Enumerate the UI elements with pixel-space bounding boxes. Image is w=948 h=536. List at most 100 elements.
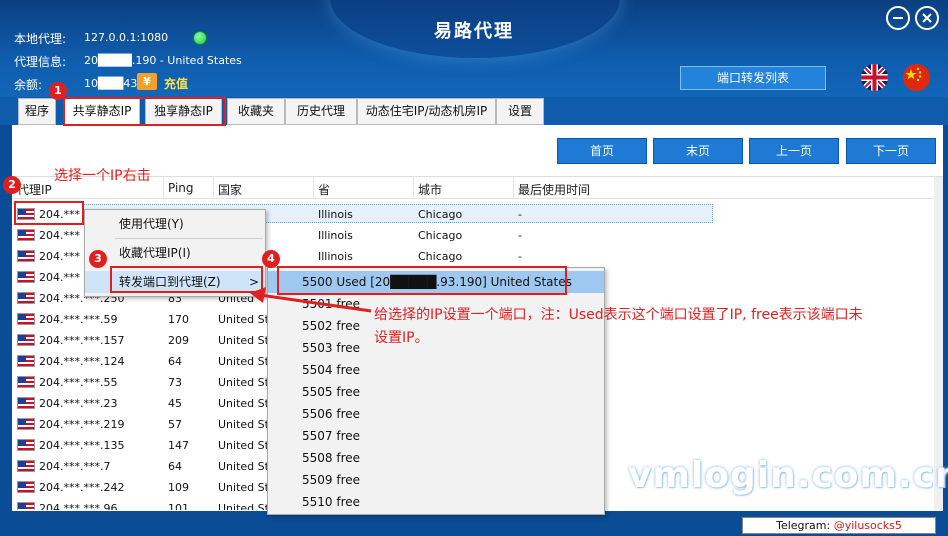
step-badge-3: 3 — [89, 250, 107, 268]
cell-ip: 204.*** — [39, 271, 80, 284]
watermark: vmlogin.com.cn — [628, 455, 948, 496]
column-divider — [513, 177, 514, 199]
step-badge-4: 4 — [262, 250, 280, 268]
column-header-city[interactable]: 城市 — [418, 181, 442, 198]
proxy-info-label: 代理信息: — [14, 55, 67, 69]
us-flag-icon — [17, 229, 35, 241]
column-header-last-used[interactable]: 最后使用时间 — [518, 181, 590, 198]
cell-ip: 204.***.***.96 — [39, 502, 118, 510]
next-page-button[interactable]: 下一页 — [846, 138, 936, 164]
proxy-info-value: 20████.190 - United States — [84, 54, 242, 67]
cell-ip: 204.***.***.157 — [39, 334, 125, 347]
telegram-footer: Telegram: @yilusocks5 — [742, 517, 936, 534]
column-divider — [413, 177, 414, 199]
header-bar: 易路代理 本地代理: 127.0.0.1:1080 代理信息: 20████.1… — [0, 0, 948, 97]
cell-last-used: - — [518, 208, 522, 221]
menu-item-use-proxy[interactable]: 使用代理(Y) — [85, 213, 265, 235]
chinese-language-icon[interactable] — [903, 64, 930, 91]
us-flag-icon — [17, 376, 35, 388]
step-badge-1: 1 — [49, 82, 67, 100]
cell-city: Chicago — [418, 208, 463, 221]
us-flag-icon — [17, 481, 35, 493]
telegram-prefix: Telegram: — [776, 519, 834, 532]
cell-ip: 204.*** — [39, 229, 80, 242]
close-icon — [922, 13, 932, 23]
cell-ip: 204.***.***.59 — [39, 313, 118, 326]
submenu-item-port-free[interactable]: 5508 free — [268, 447, 604, 469]
highlight-selected-ip — [14, 201, 84, 225]
annotation-port-hint-line1: 给选择的IP设置一个端口，注：Used表示这个端口设置了IP, free表示该端… — [374, 307, 863, 323]
highlight-forward-port-item — [110, 266, 263, 293]
cell-last-used: - — [518, 229, 522, 242]
submenu-item-port-free[interactable]: 5510 free — [268, 491, 604, 513]
column-header-ping[interactable]: Ping — [168, 181, 194, 195]
tab-history-proxy[interactable]: 历史代理 — [285, 98, 357, 125]
cell-ping: 209 — [168, 334, 189, 347]
first-page-button[interactable]: 首页 — [557, 138, 647, 164]
column-divider — [313, 177, 314, 199]
tab-settings[interactable]: 设置 — [496, 98, 544, 125]
column-header-ip[interactable]: 代理IP — [17, 181, 52, 198]
submenu-item-port-free[interactable]: 5509 free — [268, 469, 604, 491]
cell-ping: 109 — [168, 481, 189, 494]
cell-ip: 204.***.***.124 — [39, 355, 125, 368]
cell-ip: 204.***.***.219 — [39, 418, 125, 431]
menu-divider — [115, 238, 263, 239]
annotation-right-click-hint: 选择一个IP右击 — [54, 168, 151, 184]
submenu-item-port-free[interactable]: 5503 free — [268, 337, 604, 359]
cell-ping: 170 — [168, 313, 189, 326]
column-divider — [163, 177, 164, 199]
submenu-item-port-free[interactable]: 5504 free — [268, 359, 604, 381]
cell-ip: 204.*** — [39, 250, 80, 263]
tab-program[interactable]: 程序 — [18, 98, 56, 125]
cell-ping: 147 — [168, 439, 189, 452]
cell-ip: 204.***.***.55 — [39, 376, 118, 389]
telegram-handle[interactable]: @yilusocks5 — [834, 519, 902, 532]
cell-ip: 204.***.***.23 — [39, 397, 118, 410]
submenu-item-port-free[interactable]: 5507 free — [268, 425, 604, 447]
local-proxy-value: 127.0.0.1:1080 — [84, 31, 169, 44]
tab-favorites[interactable]: 收藏夹 — [227, 98, 285, 125]
column-header-province[interactable]: 省 — [318, 181, 330, 198]
us-flag-icon — [17, 292, 35, 304]
us-flag-icon — [17, 397, 35, 409]
us-flag-icon — [17, 313, 35, 325]
us-flag-icon — [17, 250, 35, 262]
submenu-item-port-free[interactable]: 5505 free — [268, 381, 604, 403]
prev-page-button[interactable]: 上一页 — [749, 138, 839, 164]
minimize-icon — [893, 17, 903, 19]
cell-ping: 45 — [168, 397, 182, 410]
cell-ping: 101 — [168, 502, 189, 510]
column-divider — [213, 177, 214, 199]
us-flag-icon — [17, 271, 35, 283]
menu-item-favorite-ip[interactable]: 收藏代理IP(I) — [85, 242, 265, 264]
cell-last-used: - — [518, 250, 522, 263]
cell-ping: 64 — [168, 460, 182, 473]
cell-city: Chicago — [418, 229, 463, 242]
column-header-country[interactable]: 国家 — [218, 181, 242, 198]
close-button[interactable] — [915, 6, 939, 30]
cell-ip: 204.***.***.135 — [39, 439, 125, 452]
port-forward-list-button[interactable]: 端口转发列表 — [680, 66, 826, 90]
connection-status-icon — [193, 31, 207, 45]
us-flag-icon — [17, 439, 35, 451]
submenu-item-port-free[interactable]: 5506 free — [268, 403, 604, 425]
recharge-link[interactable]: 充值 — [164, 75, 188, 92]
step-badge-2: 2 — [3, 176, 21, 194]
table-header: 代理IP Ping 国家 省 城市 最后使用时间 — [13, 177, 943, 199]
cell-ping: 64 — [168, 355, 182, 368]
last-page-button[interactable]: 末页 — [653, 138, 743, 164]
us-flag-icon — [17, 460, 35, 472]
tab-dynamic-ip[interactable]: 动态住宅IP/动态机房IP — [357, 98, 496, 125]
cell-province: Illinois — [318, 250, 353, 263]
cell-city: Chicago — [418, 250, 463, 263]
cn-flag-icon — [903, 64, 930, 91]
uk-flag-icon — [861, 64, 888, 91]
minimize-button[interactable] — [886, 6, 910, 30]
annotation-port-hint-line2: 设置IP。 — [374, 330, 429, 346]
yuan-icon[interactable]: ¥ — [137, 73, 157, 90]
cell-province: Illinois — [318, 229, 353, 242]
english-language-icon[interactable] — [861, 64, 888, 91]
balance-value: 10███43 — [84, 77, 138, 90]
us-flag-icon — [17, 502, 35, 510]
